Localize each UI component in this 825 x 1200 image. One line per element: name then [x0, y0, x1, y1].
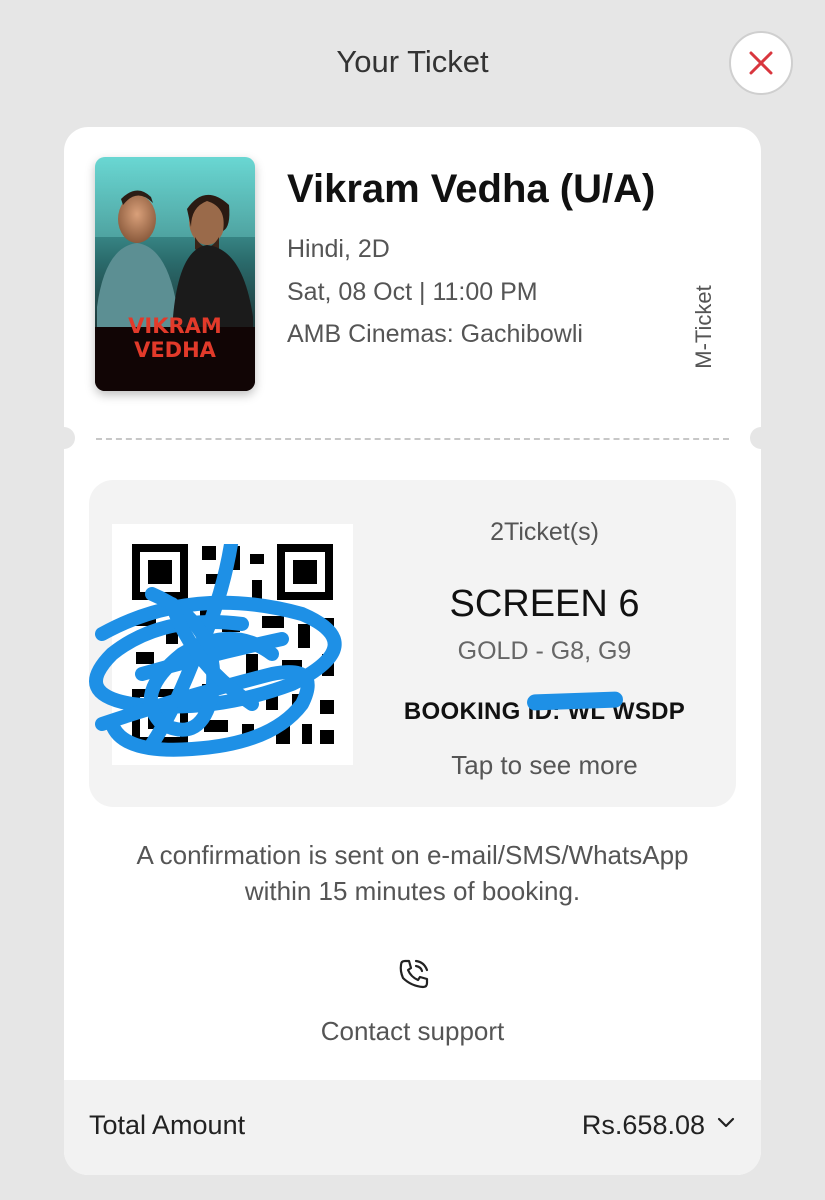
close-icon	[749, 51, 773, 75]
total-amount-bar[interactable]: Total Amount Rs.658.08	[64, 1080, 761, 1175]
poster-title-line1: VIKRAM	[128, 314, 222, 338]
booking-details-panel[interactable]: 2Ticket(s) SCREEN 6 GOLD - G8, G9 BOOKIN…	[89, 480, 736, 807]
contact-support-link[interactable]: Contact support	[64, 1016, 761, 1047]
poster-title-line2: VEDHA	[134, 338, 217, 362]
close-button[interactable]	[729, 31, 793, 95]
cinema-venue: AMB Cinemas: Gachibowli	[287, 320, 583, 348]
phone-call-icon[interactable]	[397, 957, 431, 991]
movie-title: Vikram Vedha (U/A)	[287, 167, 656, 211]
confirmation-notice: A confirmation is sent on e-mail/SMS/Wha…	[64, 837, 761, 909]
movie-language-format: Hindi, 2D	[287, 235, 390, 263]
movie-poster: VIKRAM VEDHA	[95, 157, 255, 391]
show-datetime: Sat, 08 Oct | 11:00 PM	[287, 278, 538, 306]
chevron-down-icon[interactable]	[717, 1117, 735, 1129]
confirmation-line-2: within 15 minutes of booking.	[244, 876, 581, 906]
ticket-count: 2Ticket(s)	[490, 518, 599, 546]
ticket-card: VIKRAM VEDHA Vikram Vedha (U/A) Hindi, 2…	[64, 127, 761, 1175]
tap-to-see-more[interactable]: Tap to see more	[353, 750, 736, 781]
screen-number: SCREEN 6	[449, 583, 640, 625]
total-amount-label: Total Amount	[89, 1110, 246, 1140]
ticket-screen: Your Ticket VIKRAM VEDHA Vikram Vedha (U…	[0, 0, 825, 1200]
seat-numbers: GOLD - G8, G9	[457, 637, 632, 665]
redaction-scribble	[89, 544, 342, 757]
page-title: Your Ticket	[336, 44, 489, 79]
ticket-notch-right	[750, 427, 761, 449]
ticket-notch-left	[64, 427, 75, 449]
ticket-type-label: M-Ticket	[691, 285, 716, 369]
ticket-divider	[96, 438, 729, 440]
booking-id-redaction	[526, 691, 624, 711]
total-amount-value: Rs.658.08	[581, 1110, 705, 1140]
confirmation-line-1: A confirmation is sent on e-mail/SMS/Wha…	[136, 840, 689, 870]
booking-info: 2Ticket(s) SCREEN 6 GOLD - G8, G9 BOOKIN…	[353, 480, 736, 807]
qr-code	[89, 524, 353, 765]
